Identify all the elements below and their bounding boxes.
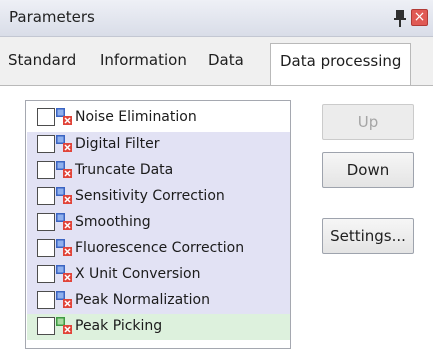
list-item-label: Smoothing xyxy=(75,214,151,230)
list-item-label: Peak Picking xyxy=(75,318,163,334)
list-item-digital-filter[interactable]: Digital Filter xyxy=(27,132,290,158)
processing-step-icon xyxy=(56,291,72,308)
processing-step-green-icon xyxy=(56,317,72,334)
checkbox[interactable] xyxy=(37,239,55,257)
checkbox[interactable] xyxy=(37,187,55,205)
tab-information[interactable]: Information xyxy=(100,51,187,69)
processing-step-icon xyxy=(56,265,72,282)
down-button[interactable]: Down xyxy=(322,152,414,188)
checkbox[interactable] xyxy=(37,213,55,231)
tab-standard[interactable]: Standard xyxy=(8,51,76,69)
processing-step-icon xyxy=(56,213,72,230)
close-icon: × xyxy=(413,9,426,25)
list-item-label: Noise Elimination xyxy=(75,109,197,125)
pin-icon[interactable] xyxy=(392,6,408,30)
checkbox[interactable] xyxy=(37,108,55,126)
settings-button[interactable]: Settings... xyxy=(322,218,414,254)
data-processing-page: Noise Elimination Digital Filter Truncat… xyxy=(0,86,433,349)
processing-list: Noise Elimination Digital Filter Truncat… xyxy=(25,100,291,349)
checkbox[interactable] xyxy=(37,317,55,335)
list-item-label: Peak Normalization xyxy=(75,292,210,308)
checkbox[interactable] xyxy=(37,265,55,283)
list-item-fluorescence-correction[interactable]: Fluorescence Correction xyxy=(27,236,290,262)
checkbox[interactable] xyxy=(37,161,55,179)
list-item-truncate-data[interactable]: Truncate Data xyxy=(27,158,290,184)
up-button[interactable]: Up xyxy=(322,104,414,140)
list-item-sensitivity-correction[interactable]: Sensitivity Correction xyxy=(27,184,290,210)
list-item-peak-normalization[interactable]: Peak Normalization xyxy=(27,288,290,314)
processing-step-icon xyxy=(56,239,72,256)
list-item-label: Truncate Data xyxy=(75,162,174,178)
list-item-label: Digital Filter xyxy=(75,136,160,152)
checkbox[interactable] xyxy=(37,135,55,153)
close-button[interactable]: × xyxy=(411,9,428,26)
tab-strip: Standard Information Data Data processin… xyxy=(0,37,433,123)
processing-step-icon xyxy=(56,161,72,178)
list-item-smoothing[interactable]: Smoothing xyxy=(27,210,290,236)
tab-data[interactable]: Data xyxy=(208,51,244,69)
title-bar: Parameters × xyxy=(0,0,433,37)
parameters-panel: Parameters × Standard Information Data D… xyxy=(0,0,433,349)
list-item-x-unit-conversion[interactable]: X Unit Conversion xyxy=(27,262,290,288)
processing-step-icon xyxy=(56,108,72,125)
list-item-label: Fluorescence Correction xyxy=(75,240,245,256)
processing-step-icon xyxy=(56,135,72,152)
list-item-peak-picking[interactable]: Peak Picking xyxy=(27,314,290,340)
list-item-noise-elimination[interactable]: Noise Elimination xyxy=(27,105,290,131)
list-item-label: X Unit Conversion xyxy=(75,266,201,282)
processing-step-icon xyxy=(56,187,72,204)
window-title: Parameters xyxy=(9,8,95,26)
checkbox[interactable] xyxy=(37,291,55,309)
list-item-label: Sensitivity Correction xyxy=(75,188,225,204)
